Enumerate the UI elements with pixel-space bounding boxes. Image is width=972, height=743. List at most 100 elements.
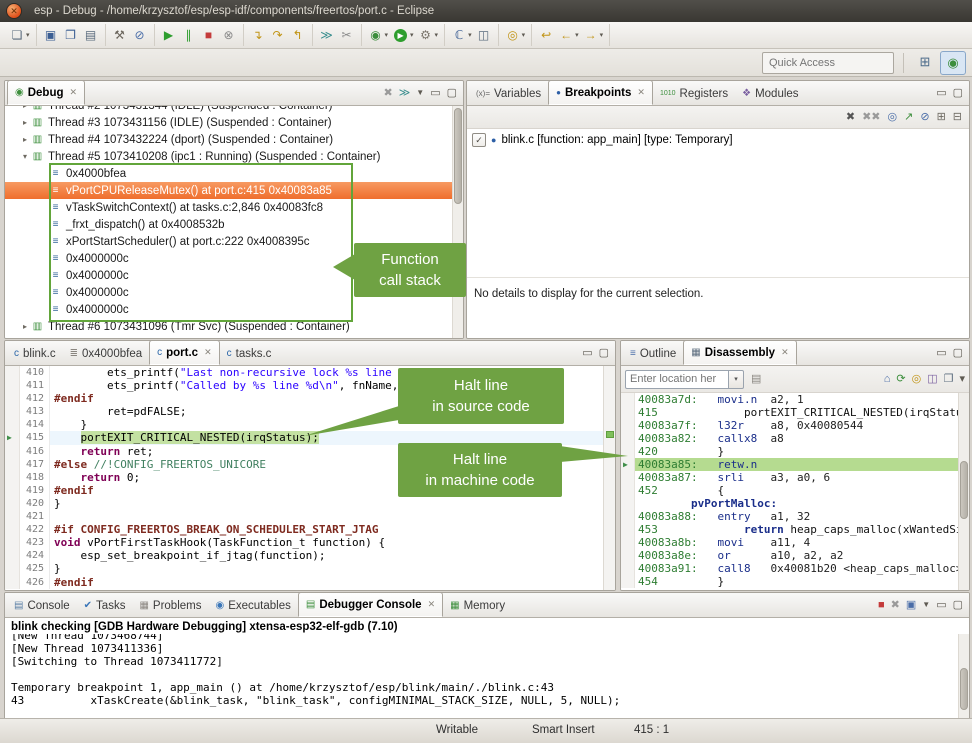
location-input[interactable]: [625, 370, 729, 389]
window-close-button[interactable]: ✕: [6, 3, 22, 19]
show-breakpoints-for-selection-icon[interactable]: ◎: [888, 110, 898, 124]
minimize-icon[interactable]: ▭: [582, 346, 592, 360]
remove-launch-icon[interactable]: ✖: [891, 598, 900, 612]
debug-stack-frame-row[interactable]: ≡vTaskSwitchContext() at tasks.c:2,846 0…: [5, 199, 463, 216]
remove-all-terminated-icon[interactable]: ✖: [384, 86, 393, 100]
expand-all-icon[interactable]: ⊞: [937, 110, 946, 124]
tab-port-c[interactable]: cport.c✕: [149, 340, 220, 365]
close-icon[interactable]: ✕: [781, 347, 789, 358]
remove-selected-breakpoints-icon[interactable]: ✖: [846, 110, 855, 124]
quick-access-input[interactable]: [762, 52, 894, 74]
close-icon[interactable]: ✕: [70, 87, 78, 98]
go-to-file-for-breakpoint-icon[interactable]: ↗: [904, 110, 913, 124]
view-menu-icon[interactable]: ▼: [416, 86, 424, 100]
tab-variables[interactable]: (x)=Variables: [469, 82, 548, 105]
disconnect-button[interactable]: ⊗: [219, 24, 239, 46]
tree-collapsed-icon[interactable]: ▸: [19, 118, 31, 127]
disassembly-content[interactable]: 40083a7d: movi.n a2, 1415 portEXIT_CRITI…: [621, 393, 969, 590]
minimize-icon[interactable]: ▭: [430, 86, 440, 100]
terminate-icon[interactable]: ■: [878, 598, 885, 612]
home-icon[interactable]: ⌂: [884, 372, 891, 386]
close-icon[interactable]: ✕: [637, 87, 645, 98]
tab-disassembly[interactable]: ▦Disassembly✕: [683, 340, 796, 365]
debug-thread-row[interactable]: ▸▥Thread #3 1073431156 (IDLE) (Suspended…: [5, 114, 463, 131]
instruction-stepping-mode-icon[interactable]: ≫: [399, 86, 411, 100]
suspend-button[interactable]: ∥: [179, 24, 199, 46]
console-scrollbar[interactable]: [958, 634, 969, 719]
step-into-button[interactable]: ↴: [248, 24, 268, 46]
resume-button[interactable]: ▶: [159, 24, 179, 46]
tree-collapsed-icon[interactable]: ▸: [19, 322, 31, 331]
tab-debug[interactable]: ◉Debug✕: [7, 80, 85, 105]
tab-0x4000bfea[interactable]: ≣0x4000bfea: [63, 342, 150, 365]
open-perspective-button[interactable]: ⊞: [913, 51, 937, 73]
debug-stack-frame-row[interactable]: ≡_frxt_dispatch() at 0x4008532b: [5, 216, 463, 233]
tab-problems[interactable]: ▦Problems: [132, 594, 208, 617]
step-over-button[interactable]: ↷: [268, 24, 288, 46]
maximize-icon[interactable]: ▢: [953, 598, 963, 612]
debug-thread-row[interactable]: ▾▥Thread #5 1073410208 (ipc1 : Running) …: [5, 148, 463, 165]
debug-button[interactable]: ◉▾: [366, 24, 391, 46]
minimize-icon[interactable]: ▭: [936, 86, 946, 100]
tab-modules[interactable]: ❖Modules: [735, 82, 805, 105]
scrollbar-thumb[interactable]: [454, 108, 462, 204]
tab-console[interactable]: ▤Console: [7, 594, 77, 617]
debug-stack-frame-row[interactable]: ≡0x4000000c: [5, 301, 463, 318]
instruction-stepping-button[interactable]: ≫: [317, 24, 337, 46]
tab-breakpoints[interactable]: ●Breakpoints✕: [548, 80, 653, 105]
open-new-view-icon[interactable]: ❐: [944, 372, 954, 386]
minimize-icon[interactable]: ▭: [936, 598, 946, 612]
new-wizard-button[interactable]: ❏▾: [7, 24, 32, 46]
skip-all-breakpoints-icon[interactable]: ⊘: [920, 110, 929, 124]
tab-memory[interactable]: ▦Memory: [443, 594, 512, 617]
close-icon[interactable]: ✕: [204, 347, 212, 358]
debug-thread-row[interactable]: ▸▥Thread #2 1073431344 (IDLE) (Suspended…: [5, 106, 463, 114]
scrollbar-thumb[interactable]: [960, 461, 968, 519]
terminate-button[interactable]: ■: [199, 24, 219, 46]
collapse-all-icon[interactable]: ⊟: [953, 110, 962, 124]
show-source-icon[interactable]: ▤: [751, 372, 761, 386]
external-tools-button[interactable]: ⚙▾: [416, 24, 441, 46]
debug-scrollbar[interactable]: [452, 106, 463, 338]
breakpoint-item[interactable]: ✓●blink.c [function: app_main] [type: Te…: [467, 131, 969, 149]
show-opcodes-icon[interactable]: ◫: [927, 372, 937, 386]
print-button[interactable]: ▤: [81, 24, 101, 46]
tab-debugger-console[interactable]: ▤Debugger Console✕: [298, 592, 443, 617]
step-return-button[interactable]: ↰: [288, 24, 308, 46]
search-button[interactable]: ◎▾: [503, 24, 528, 46]
forward-button[interactable]: →▾: [581, 24, 606, 46]
maximize-icon[interactable]: ▢: [953, 346, 963, 360]
maximize-icon[interactable]: ▢: [447, 86, 457, 100]
tab-tasks[interactable]: ✔Tasks: [77, 594, 133, 617]
debug-stack-frame-row[interactable]: ≡vPortCPUReleaseMutex() at port.c:415 0x…: [5, 182, 463, 199]
scrollbar-thumb[interactable]: [960, 668, 968, 710]
tree-expanded-icon[interactable]: ▾: [19, 152, 31, 161]
build-button[interactable]: ⚒: [110, 24, 130, 46]
save-button[interactable]: ▣: [41, 24, 61, 46]
close-icon[interactable]: ✕: [428, 599, 436, 610]
pin-console-icon[interactable]: ▣: [906, 598, 916, 612]
remove-all-breakpoints-icon[interactable]: ✖✖: [862, 110, 880, 124]
breakpoint-checkbox[interactable]: ✓: [472, 133, 486, 147]
debug-stack-frame-row[interactable]: ≡0x4000bfea: [5, 165, 463, 182]
skip-all-breakpoints-button[interactable]: ⊘: [130, 24, 150, 46]
new-cpp-element-button[interactable]: ℂ▾: [449, 24, 474, 46]
view-menu-icon[interactable]: ▾: [959, 372, 965, 386]
maximize-icon[interactable]: ▢: [599, 346, 609, 360]
debug-thread-row[interactable]: ▸▥Thread #6 1073431096 (Tmr Svc) (Suspen…: [5, 318, 463, 335]
console-output[interactable]: [New Thread 1073468744][New Thread 10734…: [5, 634, 969, 719]
tab-executables[interactable]: ◉Executables: [208, 594, 297, 617]
tab-blink-c[interactable]: cblink.c: [7, 342, 63, 365]
tab-tasks-c[interactable]: ctasks.c: [220, 342, 279, 365]
back-button[interactable]: ←▾: [556, 24, 581, 46]
tab-registers[interactable]: 1010Registers: [653, 82, 735, 105]
save-all-button[interactable]: ❐: [61, 24, 81, 46]
last-edit-location-button[interactable]: ↩: [536, 24, 556, 46]
minimize-icon[interactable]: ▭: [936, 346, 946, 360]
maximize-icon[interactable]: ▢: [953, 86, 963, 100]
use-step-filters-button[interactable]: ✂: [337, 24, 357, 46]
tree-collapsed-icon[interactable]: ▸: [19, 106, 31, 110]
tab-outline[interactable]: ≡Outline: [623, 342, 683, 365]
debug-perspective-button[interactable]: ◉: [940, 51, 966, 75]
track-expression-icon[interactable]: ◎: [912, 372, 922, 386]
